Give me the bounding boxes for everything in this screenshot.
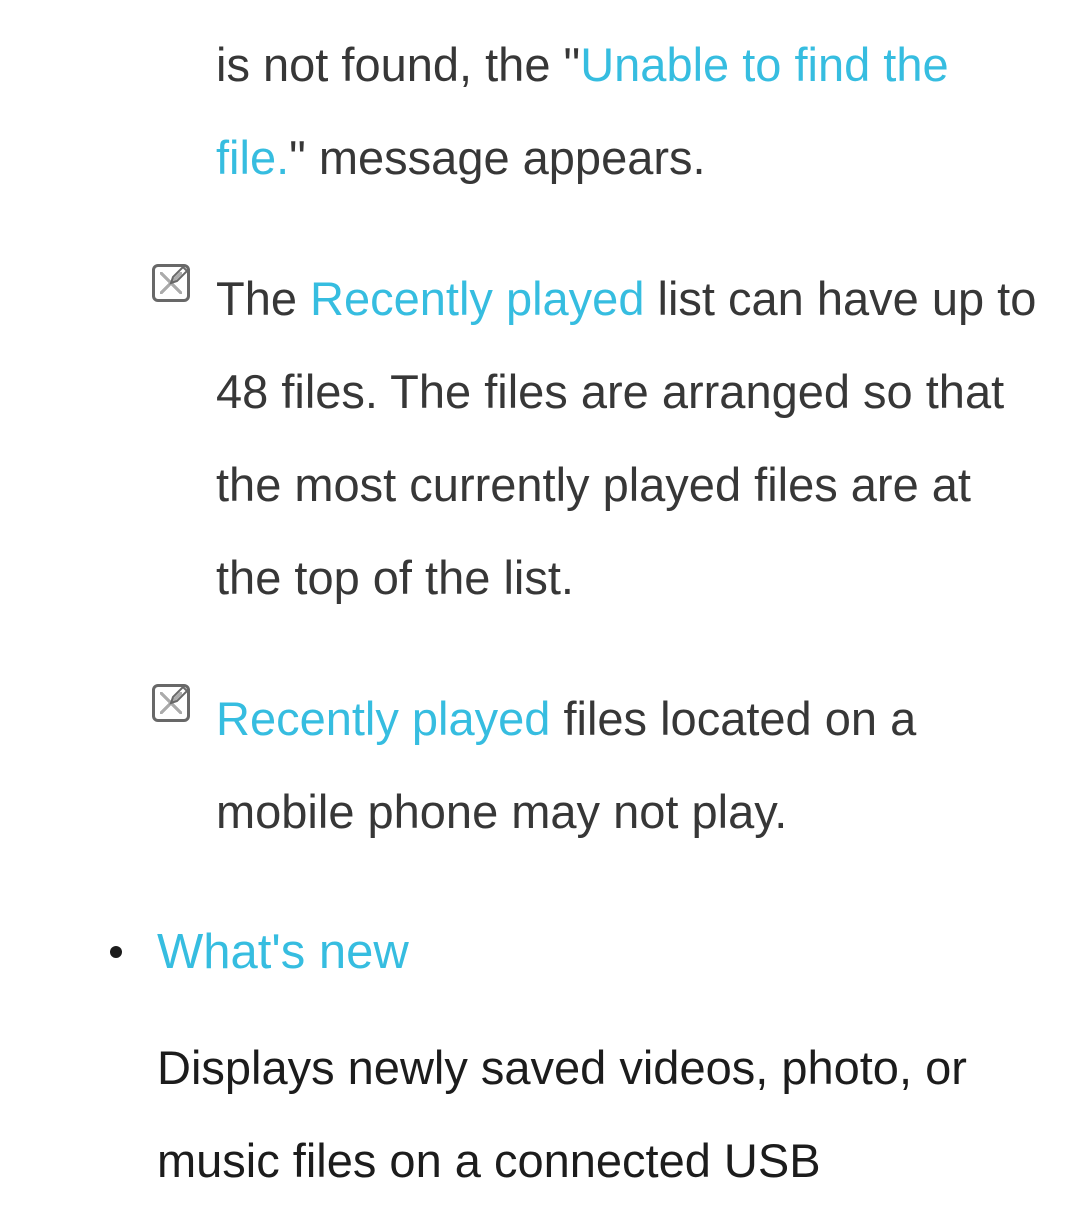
note-highlight: Recently played [216, 692, 550, 745]
document-page: is not found, the "Unable to find the fi… [0, 18, 1080, 1207]
note-item: The Recently played list can have up to … [40, 252, 1040, 624]
note-text: The [216, 272, 310, 325]
note-item: Recently played files located on a mobil… [40, 672, 1040, 858]
note-icon [152, 684, 190, 722]
note-text: " message appears. [289, 131, 705, 184]
note-item: is not found, the "Unable to find the fi… [40, 18, 1040, 204]
bullet-item: What's new Displays newly saved videos, … [40, 906, 1040, 1207]
note-icon [152, 264, 190, 302]
section-heading: What's new [157, 906, 1040, 999]
note-highlight: Recently played [310, 272, 644, 325]
section-body: Displays newly saved videos, photo, or m… [157, 1021, 1040, 1207]
note-text: is not found, the " [216, 38, 580, 91]
bullet-icon [110, 946, 122, 958]
